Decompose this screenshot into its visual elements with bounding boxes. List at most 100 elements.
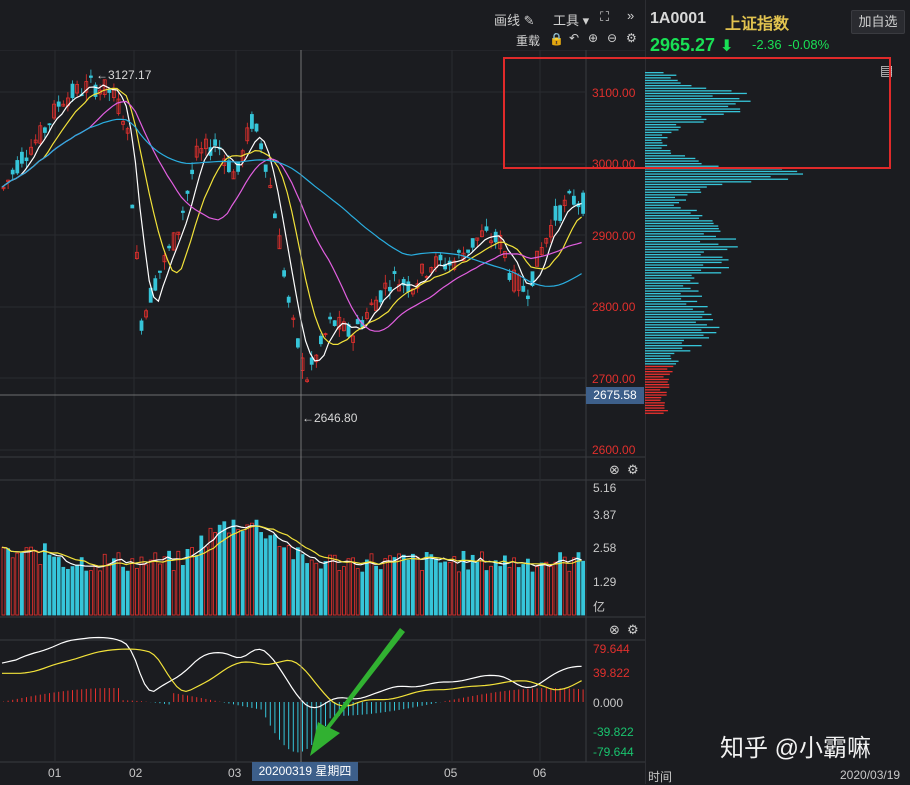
fullscreen-icon[interactable]: ⛶ [600,9,609,25]
profile-bar [645,173,804,175]
candle-body [521,285,526,292]
profile-bar [645,311,705,313]
volume-bar [263,538,268,616]
volume-bar [153,552,158,616]
profile-bar [645,342,682,344]
chart-toolbar: 画线 ✎ 工具 ▾ ⛶ » 重载 🔒 ↶ ⊕ ⊖ ⚙ [0,0,645,50]
zoom-in-icon[interactable]: ⊕ [588,31,598,45]
zoom-out-icon[interactable]: ⊖ [607,31,617,45]
lock-icon[interactable]: 🔒 [549,32,564,46]
volume-bar [502,555,507,616]
draw-line-button[interactable]: 画线 ✎ [494,10,535,29]
volume-bar [351,557,356,616]
more-button[interactable]: » [627,8,634,23]
volume-bar [484,570,489,616]
volume-bar [56,557,61,616]
volume-bar [420,570,425,616]
profile-bar [645,350,691,352]
profile-footer-left: 时间 [648,770,673,784]
candle-body [153,278,158,291]
pencil-icon: ✎ [523,13,535,28]
profile-bar [645,215,703,217]
volume-bar [562,556,567,616]
settings-icon[interactable]: ⚙ [626,31,637,45]
candle-body [139,320,144,331]
volume-bar [89,570,93,616]
candle-body [309,357,314,365]
close-panel-icon[interactable]: ⊗ [609,622,620,638]
volume-bar [66,568,70,616]
volume-bar [134,567,139,616]
candle-body [387,286,392,292]
profile-bar [645,308,693,310]
tools-button[interactable]: 工具 ▾ [553,10,589,29]
volume-bar [521,564,526,616]
candle-body [107,88,112,93]
volume-axis-label: 3.87 [593,508,617,522]
volume-bar [305,563,310,616]
volume-bar [341,566,346,616]
volume-bar [286,545,291,616]
time-axis-label: 06 [533,766,547,780]
profile-footer-date: 2020/03/19 [840,768,901,782]
profile-bar [645,259,729,261]
macd-axis-label: -39.822 [593,725,634,739]
profile-bar [645,189,701,191]
profile-bar [645,407,665,409]
volume-bar [512,557,516,616]
profile-bar [645,295,702,297]
candle-body [249,114,254,129]
add-favorite-button[interactable]: 加自选 [851,10,905,34]
undo-icon[interactable]: ↶ [569,31,579,45]
profile-bar [645,209,697,212]
green-arrow-annotation [310,628,405,756]
reload-button[interactable]: 重载 [516,32,540,49]
profile-bar [645,261,722,264]
candle-body [190,169,195,175]
profile-bar [645,352,675,355]
volume-bar [240,530,245,616]
volume-bar [194,555,199,616]
candle-body [567,190,572,194]
volume-bar [6,548,10,616]
candle-body [236,161,241,172]
candle-body [70,83,75,99]
candle-body [43,127,47,133]
volume-bar [314,562,319,616]
profile-bar [645,316,703,318]
profile-bar [645,235,716,238]
volume-bar [254,519,259,616]
volume-bar [397,553,402,616]
volume-bar [75,564,79,616]
candle-body [295,338,300,348]
profile-bar [645,329,702,331]
gear-icon[interactable]: ⚙ [627,622,639,638]
volume-bar [360,571,365,616]
candle-body [15,160,20,174]
macd-dea-line [2,648,582,707]
volume-bar [535,566,539,616]
profile-bar [645,256,723,258]
profile-bar [645,207,681,209]
volume-bar [401,554,406,616]
close-panel-icon[interactable]: ⊗ [609,462,620,478]
profile-bar [645,399,661,401]
gear-icon[interactable]: ⚙ [627,462,639,478]
profile-bar [645,303,687,305]
profile-bar [645,371,673,373]
volume-bar [157,563,162,616]
candle-body [572,195,576,205]
volume-bar [581,560,585,616]
volume-bar [489,565,494,616]
candle-body [254,123,259,132]
macd-axis-label: 79.644 [593,642,630,656]
candle-body [282,270,287,277]
volume-bar [236,529,241,616]
candle-body [56,101,61,107]
profile-bar [645,332,717,334]
volume-bar [190,547,195,616]
volume-bar [466,569,471,616]
volume-bar [374,565,379,616]
profile-bar [645,376,664,378]
volume-bar [107,563,112,616]
